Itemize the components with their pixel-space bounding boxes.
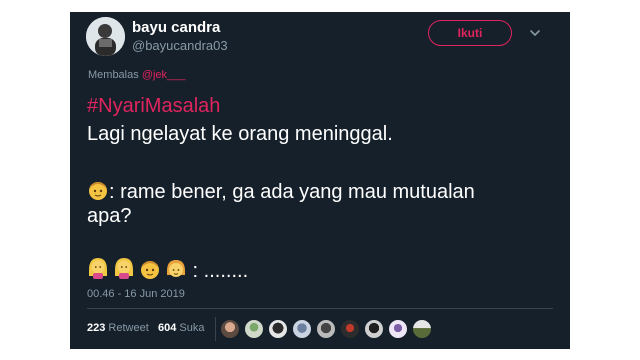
tweet-line-2-text: : rame bener, ga ada yang mau mutualan	[109, 181, 475, 203]
liker-avatar[interactable]	[316, 319, 336, 339]
man-emoji	[139, 258, 161, 286]
woman-blonde-emoji	[113, 256, 135, 286]
user-handle[interactable]: @bayucandra03	[132, 38, 228, 53]
tweet-timestamp[interactable]: 00.46 - 16 Jun 2019	[87, 288, 185, 300]
tweet-stats: 223 Retweet 604 Suka	[87, 322, 204, 334]
avatar[interactable]	[86, 17, 125, 56]
tweet-line-4: : ........	[87, 256, 248, 286]
woman-blonde-emoji	[87, 256, 109, 286]
liker-avatar[interactable]	[244, 319, 264, 339]
reply-context: Membalas @jek___	[88, 69, 185, 81]
display-name[interactable]: bayu candra	[132, 19, 220, 36]
like-label[interactable]: Suka	[179, 322, 204, 334]
reply-prefix: Membalas	[88, 69, 139, 81]
liker-avatar[interactable]	[412, 319, 432, 339]
tweet-card: bayu candra @bayucandra03 Ikuti Membalas…	[70, 12, 570, 349]
tweet-line-2: : rame bener, ga ada yang mau mutualan	[87, 179, 475, 207]
divider	[87, 308, 553, 309]
tweet-line-3: apa?	[87, 205, 132, 227]
liker-avatar[interactable]	[364, 319, 384, 339]
tweet-line-4-text: : ........	[187, 260, 249, 282]
like-count[interactable]: 604	[158, 322, 176, 334]
retweet-label[interactable]: Retweet	[108, 322, 148, 334]
liker-avatar[interactable]	[268, 319, 288, 339]
retweet-count[interactable]: 223	[87, 322, 105, 334]
tweet-line-1: Lagi ngelayat ke orang meninggal.	[87, 123, 393, 145]
follow-button[interactable]: Ikuti	[428, 20, 512, 46]
liker-avatar[interactable]	[388, 319, 408, 339]
liker-avatar[interactable]	[220, 319, 240, 339]
liker-avatar[interactable]	[340, 319, 360, 339]
reply-mention[interactable]: @jek___	[142, 69, 186, 81]
liker-avatar[interactable]	[292, 319, 312, 339]
stats-separator	[215, 317, 216, 341]
hashtag-link[interactable]: #NyariMasalah	[87, 95, 220, 118]
person-blonde-emoji	[165, 258, 187, 286]
chevron-down-icon[interactable]	[528, 26, 542, 40]
man-emoji	[87, 179, 109, 207]
